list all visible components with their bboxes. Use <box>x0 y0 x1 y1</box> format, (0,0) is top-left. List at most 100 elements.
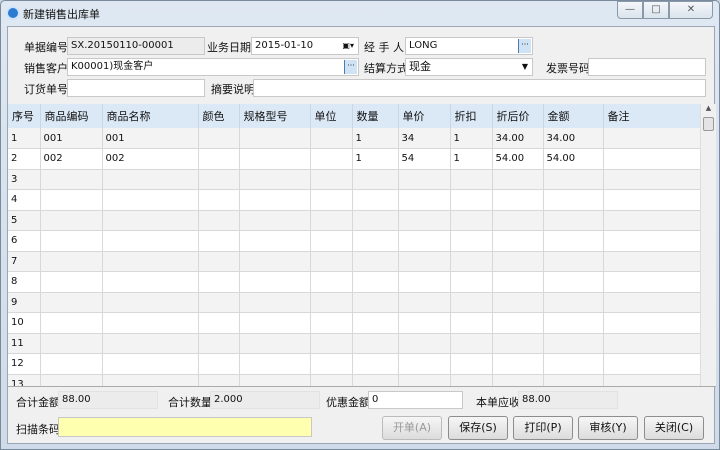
table-cell[interactable] <box>198 353 240 375</box>
table-cell[interactable] <box>310 128 353 149</box>
table-cell[interactable] <box>198 210 240 231</box>
table-cell[interactable] <box>450 353 493 375</box>
table-cell[interactable] <box>398 271 451 293</box>
table-cell[interactable] <box>198 271 240 293</box>
table-row[interactable]: 2 002 002 1 54 1 54.00 54.00 <box>8 148 701 170</box>
close-window-button[interactable]: ✕ <box>669 1 713 19</box>
table-cell[interactable] <box>543 230 604 252</box>
table-cell[interactable] <box>40 169 103 190</box>
scan-input[interactable] <box>58 417 312 437</box>
table-cell[interactable] <box>603 271 701 293</box>
table-cell[interactable]: 11 <box>8 333 41 354</box>
table-cell[interactable] <box>352 189 399 211</box>
date-picker[interactable]: 2015-01-10 ▣▾ <box>251 37 359 55</box>
table-cell[interactable] <box>543 374 604 386</box>
table-cell[interactable] <box>352 374 399 386</box>
column-header[interactable]: 金额 <box>543 104 604 128</box>
table-cell[interactable] <box>603 353 701 375</box>
table-cell[interactable] <box>239 230 311 252</box>
table-cell[interactable] <box>239 169 311 190</box>
table-cell[interactable]: 1 <box>8 128 41 149</box>
table-cell[interactable] <box>310 148 353 170</box>
table-cell[interactable] <box>310 374 353 386</box>
doc-no-field[interactable]: SX.20150110-00001 <box>67 37 205 55</box>
table-cell[interactable] <box>450 230 493 252</box>
table-cell[interactable] <box>603 148 701 170</box>
table-cell[interactable]: 001 <box>40 128 103 149</box>
table-cell[interactable] <box>352 333 399 354</box>
table-cell[interactable] <box>492 271 544 293</box>
table-cell[interactable] <box>198 148 240 170</box>
table-cell[interactable] <box>310 230 353 252</box>
table-cell[interactable] <box>543 251 604 272</box>
table-cell[interactable] <box>398 312 451 334</box>
table-cell[interactable] <box>310 312 353 334</box>
table-cell[interactable] <box>40 353 103 375</box>
ellipsis-icon[interactable]: ··· <box>518 39 531 53</box>
table-cell[interactable]: 1 <box>352 148 399 170</box>
table-cell[interactable] <box>492 189 544 211</box>
table-cell[interactable] <box>543 271 604 293</box>
table-cell[interactable]: 2 <box>8 148 41 170</box>
table-cell[interactable]: 10 <box>8 312 41 334</box>
table-row[interactable]: 6 <box>8 230 701 252</box>
table-row[interactable]: 10 <box>8 312 701 334</box>
table-cell[interactable] <box>543 169 604 190</box>
table-cell[interactable] <box>239 312 311 334</box>
minimize-button[interactable]: — <box>617 1 643 19</box>
scroll-thumb[interactable] <box>703 117 714 131</box>
table-cell[interactable]: 002 <box>40 148 103 170</box>
table-cell[interactable] <box>40 230 103 252</box>
table-cell[interactable] <box>102 312 199 334</box>
table-cell[interactable] <box>543 210 604 231</box>
column-header[interactable]: 规格型号 <box>239 104 311 128</box>
column-header[interactable]: 备注 <box>603 104 701 128</box>
table-cell[interactable] <box>398 251 451 272</box>
table-cell[interactable] <box>398 374 451 386</box>
table-cell[interactable]: 3 <box>8 169 41 190</box>
table-cell[interactable] <box>492 230 544 252</box>
table-cell[interactable] <box>310 189 353 211</box>
table-cell[interactable]: 54 <box>398 148 451 170</box>
table-cell[interactable]: 5 <box>8 210 41 231</box>
table-row[interactable]: 9 <box>8 292 701 313</box>
handler-field[interactable]: LONG ··· <box>405 37 533 55</box>
table-cell[interactable] <box>310 271 353 293</box>
table-cell[interactable] <box>543 333 604 354</box>
column-header[interactable]: 单位 <box>310 104 353 128</box>
table-cell[interactable] <box>198 374 240 386</box>
summary-field[interactable] <box>253 79 706 97</box>
vertical-scrollbar[interactable]: ▲ <box>700 104 716 386</box>
table-cell[interactable] <box>603 312 701 334</box>
table-cell[interactable]: 002 <box>102 148 199 170</box>
table-cell[interactable] <box>603 333 701 354</box>
table-row[interactable]: 4 <box>8 189 701 211</box>
table-cell[interactable] <box>603 230 701 252</box>
table-cell[interactable] <box>198 251 240 272</box>
table-row[interactable]: 13 <box>8 374 701 386</box>
column-header[interactable]: 折扣 <box>450 104 493 128</box>
table-cell[interactable]: 1 <box>450 128 493 149</box>
table-cell[interactable]: 4 <box>8 189 41 211</box>
table-cell[interactable] <box>40 251 103 272</box>
table-cell[interactable] <box>198 169 240 190</box>
table-cell[interactable] <box>40 333 103 354</box>
table-cell[interactable] <box>352 292 399 313</box>
table-cell[interactable]: 6 <box>8 230 41 252</box>
table-cell[interactable] <box>239 148 311 170</box>
table-cell[interactable] <box>239 292 311 313</box>
table-cell[interactable] <box>450 210 493 231</box>
table-cell[interactable]: 7 <box>8 251 41 272</box>
table-cell[interactable] <box>603 251 701 272</box>
table-cell[interactable] <box>450 189 493 211</box>
table-cell[interactable] <box>492 251 544 272</box>
column-header[interactable]: 商品编码 <box>40 104 103 128</box>
audit-button[interactable]: 审核(Y) <box>578 416 638 440</box>
table-cell[interactable] <box>239 374 311 386</box>
table-cell[interactable] <box>603 374 701 386</box>
column-header[interactable]: 数量 <box>352 104 399 128</box>
table-cell[interactable] <box>398 353 451 375</box>
table-cell[interactable] <box>450 333 493 354</box>
print-button[interactable]: 打印(P) <box>513 416 573 440</box>
table-cell[interactable] <box>102 169 199 190</box>
